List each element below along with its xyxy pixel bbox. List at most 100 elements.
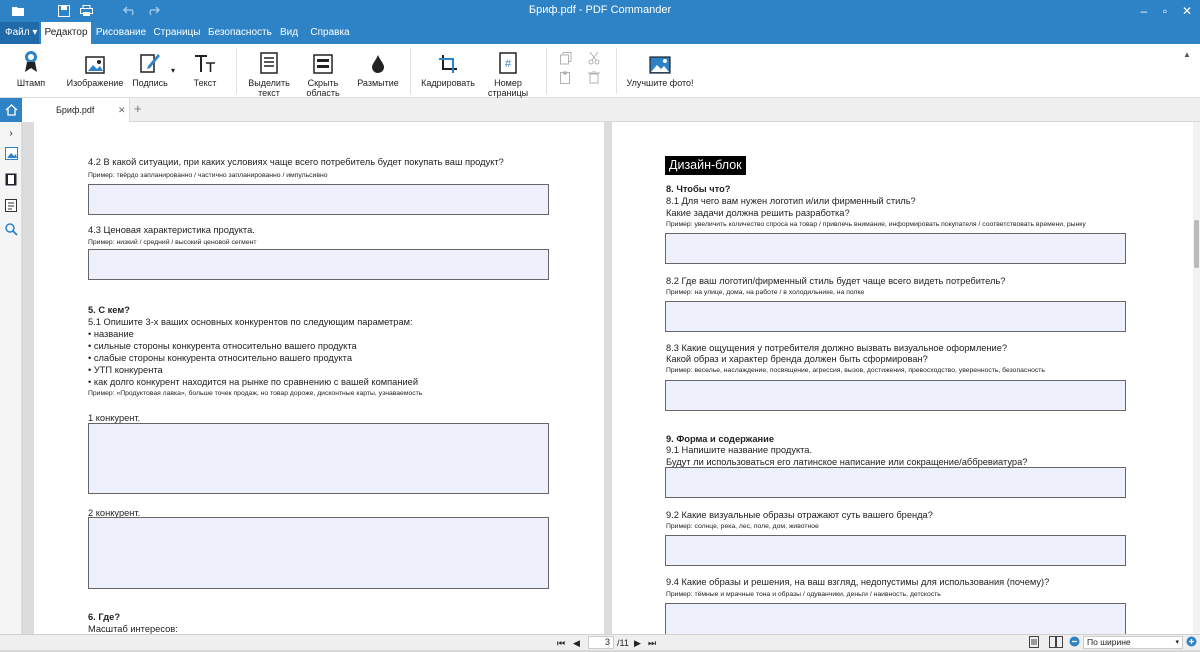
expand-panel-icon[interactable]: ›	[4, 126, 18, 140]
select-text-button[interactable]: Выделить текст	[246, 50, 292, 98]
home-icon	[5, 104, 17, 116]
answer-field-9-4[interactable]	[665, 603, 1126, 634]
ribbon-divider	[546, 48, 547, 94]
answer-field-competitor-1[interactable]	[88, 423, 549, 494]
document-tabs: Бриф.pdf ✕ +	[0, 98, 1200, 122]
next-page-icon[interactable]: ▶	[634, 636, 641, 650]
image-panel-icon[interactable]	[4, 146, 18, 160]
select-text-label-2: текст	[258, 88, 280, 98]
scale-label: Масштаб интересов:	[88, 624, 178, 634]
hide-area-icon	[302, 50, 344, 74]
home-button[interactable]	[0, 98, 22, 122]
delete-icon[interactable]	[588, 70, 600, 87]
bullet-item: • как долго конкурент находится на рынке…	[88, 377, 419, 387]
image-button[interactable]: Изображение	[66, 50, 124, 88]
photo-icon	[626, 50, 694, 74]
first-page-icon[interactable]: ⏮	[557, 636, 565, 650]
signature-label: Подпись	[132, 78, 168, 88]
enhance-photo-button[interactable]: Улучшите фото!	[626, 50, 694, 88]
tab-editor[interactable]: Редактор	[41, 22, 91, 44]
question-9-1: 9.1 Напишите название продукта.	[666, 445, 813, 455]
hide-area-label-2: область	[306, 88, 340, 98]
tab-help[interactable]: Справка	[310, 22, 350, 44]
question-4-3: 4.3 Ценовая характеристика продукта.	[88, 225, 255, 235]
page-number-icon: #	[486, 50, 530, 74]
signature-button[interactable]: Подпись	[130, 50, 170, 88]
search-icon[interactable]	[4, 222, 18, 236]
text-label: Текст	[193, 78, 217, 88]
svg-text:#: #	[505, 58, 512, 70]
question-8-1: 8.1 Для чего вам нужен логотип и/или фир…	[666, 196, 916, 206]
enhance-photo-label: Улучшите фото!	[626, 78, 694, 88]
question-8-3-sub: Какой образ и характер бренда должен быт…	[666, 354, 928, 364]
answer-field-4-2[interactable]	[88, 184, 549, 215]
answer-field-8-3[interactable]	[665, 380, 1126, 411]
answer-field-9-2[interactable]	[665, 535, 1126, 566]
bookmark-panel-icon[interactable]	[4, 172, 18, 186]
menu-bar: Файл ▾ Редактор Рисование Страницы Безоп…	[0, 22, 1200, 44]
ribbon-divider	[616, 48, 617, 94]
signature-icon	[130, 50, 170, 74]
blur-button[interactable]: Размытие	[356, 50, 400, 88]
close-tab-icon[interactable]: ✕	[118, 98, 126, 122]
prev-page-icon[interactable]: ◀	[573, 636, 580, 650]
bullet-item: • УТП конкурента	[88, 365, 163, 375]
answer-field-8-1[interactable]	[665, 233, 1126, 264]
close-icon[interactable]: ✕	[1178, 2, 1196, 20]
select-text-label-1: Выделить	[248, 78, 290, 88]
maximize-icon[interactable]: ▫	[1156, 2, 1174, 20]
collapse-ribbon-icon[interactable]: ▲	[1183, 50, 1191, 59]
question-9-4: 9.4 Какие образы и решения, на ваш взгля…	[666, 577, 1050, 587]
last-page-icon[interactable]: ⏭	[648, 636, 656, 650]
tab-security[interactable]: Безопасность	[208, 22, 272, 44]
answer-field-competitor-2[interactable]	[88, 517, 549, 589]
answer-field-9-1[interactable]	[665, 467, 1126, 498]
text-button[interactable]: Текст	[190, 50, 220, 88]
zoom-in-icon[interactable]	[1186, 636, 1197, 651]
question-9-1-sub: Будут ли использоваться его латинское на…	[666, 457, 1028, 467]
pdf-page-right[interactable]: Дизайн-блок 8. Чтобы что? 8.1 Для чего в…	[612, 122, 1193, 634]
question-8-2: 8.2 Где ваш логотип/фирменный стиль буде…	[666, 276, 1006, 286]
stamp-button[interactable]: Штамп	[12, 50, 50, 88]
tab-view[interactable]: Вид	[278, 22, 300, 44]
document-tab-name: Бриф.pdf	[56, 105, 95, 115]
page-number-input[interactable]: 3	[588, 636, 614, 649]
example-8-3: Пример: веселье, наслаждение, посвящение…	[666, 367, 1045, 374]
file-menu[interactable]: Файл ▾	[0, 22, 39, 44]
answer-field-8-2[interactable]	[665, 301, 1126, 332]
section-8-heading: 8. Чтобы что?	[666, 184, 731, 194]
tab-pages[interactable]: Страницы	[152, 22, 202, 44]
crop-button[interactable]: Кадрировать	[420, 50, 476, 88]
scrollbar-thumb[interactable]	[1194, 220, 1199, 268]
title-bar: Бриф.pdf - PDF Commander – ▫ ✕	[0, 0, 1200, 22]
page-number-label-2: страницы	[487, 88, 529, 98]
zoom-out-icon[interactable]	[1069, 636, 1080, 651]
file-menu-label: Файл	[5, 27, 30, 38]
question-8-3: 8.3 Какие ощущения у потребителя должно …	[666, 343, 1008, 353]
tab-drawing[interactable]: Рисование	[95, 22, 147, 44]
example-9-2: Пример: солнце, река, лес, поле, дом, жи…	[666, 523, 819, 530]
answer-field-4-3[interactable]	[88, 249, 549, 280]
page-number-button[interactable]: # Номер страницы	[486, 50, 530, 98]
hide-area-label-1: Скрыть	[307, 78, 339, 88]
text-icon	[190, 50, 220, 74]
pdf-page-left[interactable]: 4.2 В какой ситуации, при каких условиях…	[34, 122, 604, 634]
hide-area-button[interactable]: Скрыть область	[302, 50, 344, 98]
section-9-heading: 9. Форма и содержание	[666, 434, 775, 444]
new-tab-button[interactable]: +	[134, 101, 142, 116]
minimize-icon[interactable]: –	[1135, 2, 1153, 20]
comments-panel-icon[interactable]	[4, 198, 18, 212]
example-4-3: Пример: низкий / средний / высокий ценов…	[88, 239, 257, 246]
paste-icon[interactable]	[560, 71, 572, 87]
copy-icon[interactable]	[560, 52, 572, 68]
vertical-scrollbar[interactable]	[1193, 122, 1200, 634]
question-5-1: 5.1 Опишите 3-х ваших основных конкурент…	[88, 317, 413, 327]
signature-dropdown-icon[interactable]: ▾	[171, 66, 175, 75]
page-total: /11	[617, 638, 629, 648]
scissors-icon[interactable]	[588, 51, 600, 68]
example-4-2: Пример: твёрдо запланированно / частично…	[88, 172, 328, 179]
document-tab[interactable]: Бриф.pdf ✕	[22, 98, 130, 122]
status-bar: ⏮ ◀ 3 /11 ▶ ⏭ По ширине ▾	[0, 634, 1200, 650]
zoom-select[interactable]: По ширине ▾	[1083, 636, 1183, 649]
example-8-1: Пример: увеличить количество спроса на т…	[666, 221, 1086, 228]
